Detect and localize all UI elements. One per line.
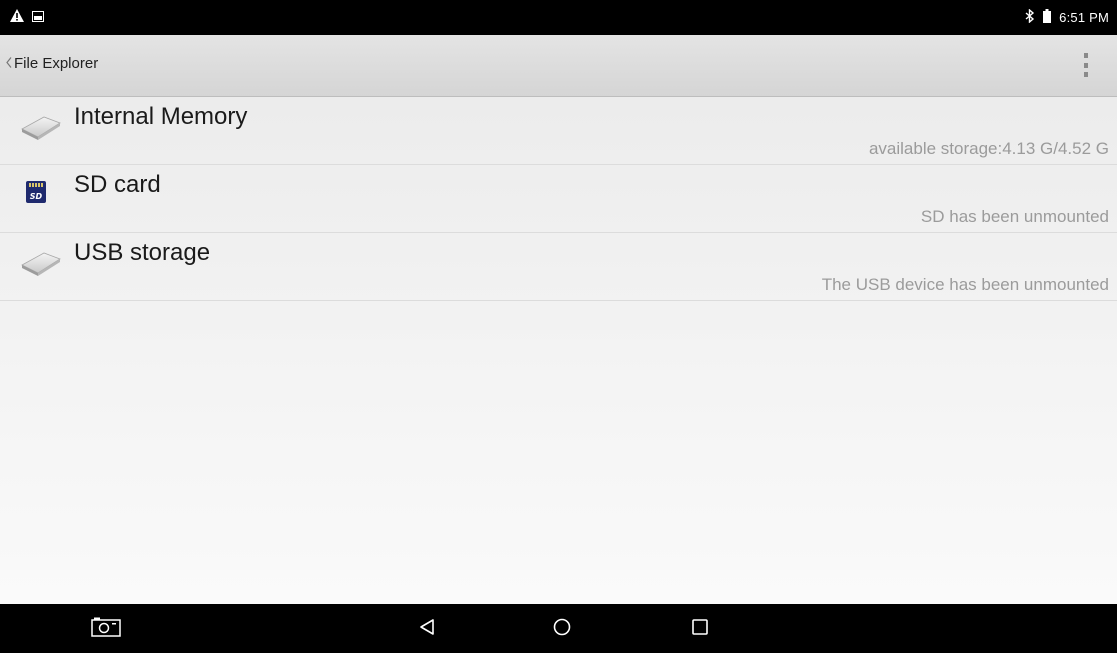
storage-label: Internal Memory <box>74 103 248 130</box>
page-title: File Explorer <box>14 55 99 72</box>
storage-status: available storage:4.13 G/4.52 G <box>868 139 1109 158</box>
list-item-sd-card[interactable]: SD SD card SD has been unmounted <box>0 165 1117 233</box>
image-notification-icon <box>32 9 44 27</box>
list-item-internal-memory[interactable]: Internal Memory available storage:4.13 G… <box>0 97 1117 165</box>
chevron-left-icon <box>6 56 12 71</box>
action-bar: File Explorer <box>0 35 1117 97</box>
storage-status: SD has been unmounted <box>920 207 1109 226</box>
storage-label: SD card <box>74 171 161 198</box>
storage-label: USB storage <box>74 239 211 266</box>
status-time: 6:51 PM <box>1059 10 1109 25</box>
sd-card-icon: SD <box>20 175 62 209</box>
navigation-bar <box>0 604 1117 653</box>
status-left-icons <box>10 9 44 27</box>
bluetooth-icon <box>1025 8 1035 26</box>
list-item-usb-storage[interactable]: USB storage The USB device has been unmo… <box>0 233 1117 301</box>
status-bar: 6:51 PM <box>0 0 1117 35</box>
storage-status: The USB device has been unmounted <box>821 275 1109 294</box>
screenshot-icon <box>91 617 121 642</box>
back-triangle-icon <box>418 618 436 641</box>
storage-list: Internal Memory available storage:4.13 G… <box>0 97 1117 604</box>
recents-square-icon <box>691 618 709 641</box>
sd-icon-text: SD <box>30 192 43 201</box>
battery-icon <box>1043 9 1052 26</box>
status-right-icons: 6:51 PM <box>1025 8 1109 26</box>
drive-icon <box>20 243 62 277</box>
warning-icon <box>10 9 24 27</box>
drive-icon <box>20 107 62 141</box>
back-button[interactable]: File Explorer <box>6 55 98 72</box>
overflow-menu-button[interactable] <box>1081 53 1091 77</box>
back-nav-button[interactable] <box>412 616 442 642</box>
recents-nav-button[interactable] <box>685 616 715 642</box>
home-circle-icon <box>552 617 572 642</box>
home-nav-button[interactable] <box>547 616 577 642</box>
screenshot-button[interactable] <box>91 616 121 642</box>
more-vertical-icon <box>1084 53 1088 58</box>
